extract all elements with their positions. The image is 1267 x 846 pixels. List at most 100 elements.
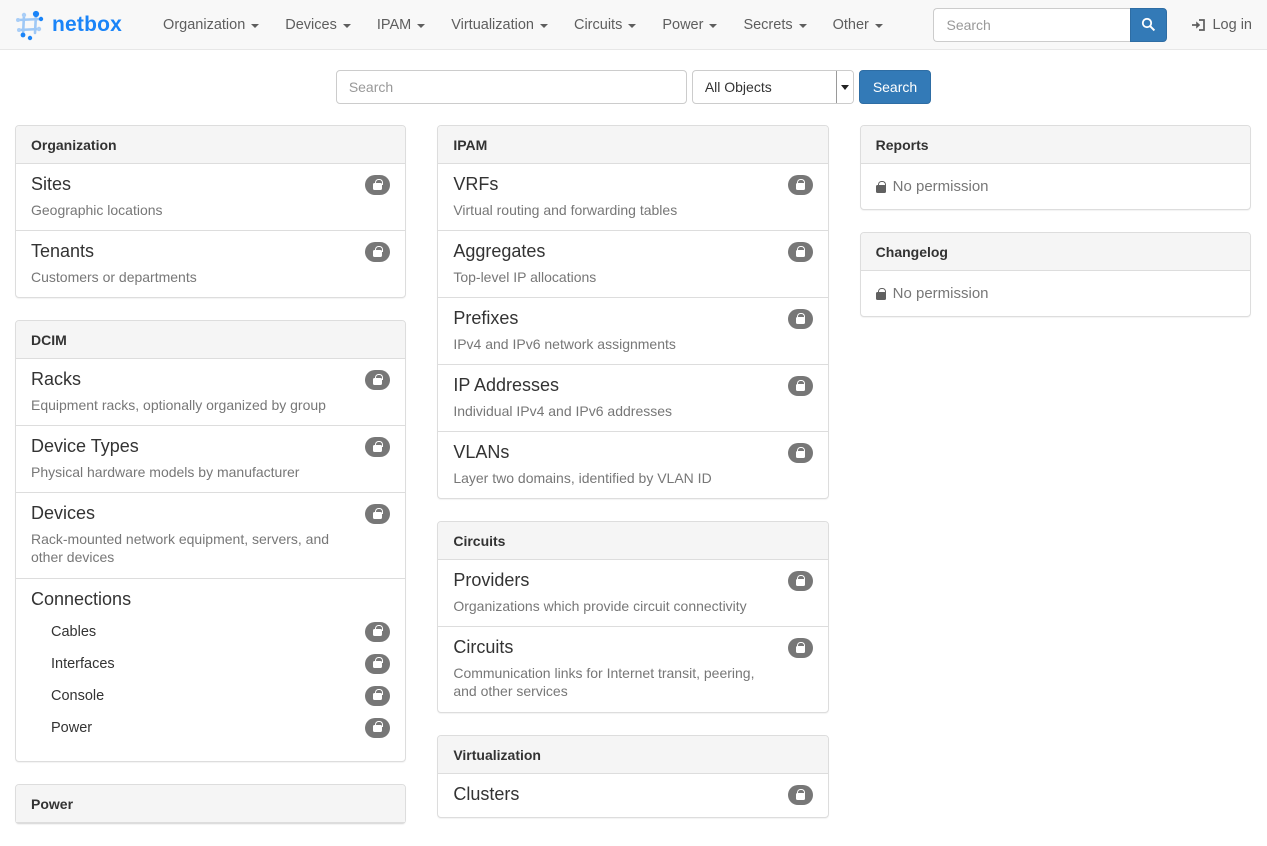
navbar-search-button[interactable] [1130,8,1167,42]
lock-badge [365,242,390,262]
item-description: Rack-mounted network equipment, servers,… [31,530,390,567]
panel-title: DCIM [16,321,405,359]
clusters-link[interactable]: Clusters [453,784,519,806]
cables-link[interactable]: Cables [51,624,96,640]
sites-link[interactable]: Sites [31,174,71,196]
no-permission-label: No permission [893,178,989,195]
lock-icon [373,250,382,257]
power-connections-link[interactable]: Power [51,720,92,736]
panel-reports: Reports No permission [860,125,1251,210]
list-item-prefixes: Prefixes IPv4 and IPv6 network assignmen… [438,297,827,364]
item-description: Geographic locations [31,201,390,219]
lock-icon [373,445,382,452]
item-description: Communication links for Internet transit… [453,664,812,701]
lock-icon [796,317,805,324]
list-item-providers: Providers Organizations which provide ci… [438,560,827,626]
sub-item-cables: Cables [51,622,390,642]
menu-power[interactable]: Power [649,0,730,50]
panel-title: Reports [861,126,1250,164]
object-type-select[interactable]: All Objects [692,70,854,104]
no-permission-label: No permission [893,285,989,302]
netbox-brand[interactable]: netbox [15,9,122,41]
item-description: Virtual routing and forwarding tables [453,201,812,219]
menu-virtualization[interactable]: Virtualization [438,0,561,50]
list-item-vrfs: VRFs Virtual routing and forwarding tabl… [438,164,827,230]
lock-icon [796,646,805,653]
devices-link[interactable]: Devices [31,503,95,525]
lock-badge [365,654,390,674]
panel-title: Changelog [861,233,1250,271]
list-item-device-types: Device Types Physical hardware models by… [16,425,405,492]
chevron-down-icon [343,24,351,28]
login-label: Log in [1212,17,1252,33]
menu-circuits[interactable]: Circuits [561,0,649,50]
device-types-link[interactable]: Device Types [31,436,139,458]
sign-in-icon [1191,18,1206,32]
dashboard-grid: Organization Sites Geographic locations … [0,125,1267,846]
menu-label: Circuits [574,17,622,33]
column-left: Organization Sites Geographic locations … [15,125,406,846]
console-link[interactable]: Console [51,688,104,704]
menu-other[interactable]: Other [820,0,896,50]
column-middle: IPAM VRFs Virtual routing and forwarding… [437,125,828,846]
panel-circuits: Circuits Providers Organizations which p… [437,521,828,713]
racks-link[interactable]: Racks [31,369,81,391]
lock-badge [788,638,813,658]
panel-organization: Organization Sites Geographic locations … [15,125,406,298]
prefixes-link[interactable]: Prefixes [453,308,518,330]
ip-addresses-link[interactable]: IP Addresses [453,375,559,397]
lock-badge [365,686,390,706]
object-type-select-wrap: All Objects [692,70,854,104]
search-icon [1141,17,1156,32]
item-description: Organizations which provide circuit conn… [453,597,812,615]
circuits-link[interactable]: Circuits [453,637,513,659]
lock-badge [365,718,390,738]
lock-icon [373,378,382,385]
aggregates-link[interactable]: Aggregates [453,241,545,263]
global-search-bar: All Objects Search [0,70,1267,104]
interfaces-link[interactable]: Interfaces [51,656,115,672]
menu-label: IPAM [377,17,411,33]
column-right: Reports No permission Changelog No permi… [860,125,1251,846]
global-search-input[interactable] [336,70,687,104]
list-item-tenants: Tenants Customers or departments [16,230,405,297]
item-description: Customers or departments [31,268,390,286]
menu-secrets[interactable]: Secrets [730,0,819,50]
list-item-ip-addresses: IP Addresses Individual IPv4 and IPv6 ad… [438,364,827,431]
vlans-link[interactable]: VLANs [453,442,509,464]
menu-label: Other [833,17,869,33]
item-description: IPv4 and IPv6 network assignments [453,335,812,353]
panel-ipam: IPAM VRFs Virtual routing and forwarding… [437,125,828,499]
lock-icon [796,183,805,190]
panel-dcim: DCIM Racks Equipment racks, optionally o… [15,320,406,762]
login-link[interactable]: Log in [1191,17,1252,33]
item-description: Individual IPv4 and IPv6 addresses [453,402,812,420]
lock-icon [796,384,805,391]
chevron-down-icon [875,24,883,28]
menu-organization[interactable]: Organization [150,0,272,50]
sub-item-console: Console [51,686,390,706]
navbar-search-input[interactable] [933,8,1130,42]
navbar-search-form [933,8,1167,42]
item-description: Layer two domains, identified by VLAN ID [453,469,812,487]
lock-icon [373,661,382,668]
lock-icon [876,292,886,300]
lock-icon [796,250,805,257]
list-item-racks: Racks Equipment racks, optionally organi… [16,359,405,425]
menu-devices[interactable]: Devices [272,0,364,50]
lock-badge [788,571,813,591]
vrfs-link[interactable]: VRFs [453,174,498,196]
lock-badge [788,175,813,195]
list-item-connections: Connections Cables Interfaces Console Po… [16,578,405,762]
providers-link[interactable]: Providers [453,570,529,592]
netbox-logo-icon [15,9,45,41]
lock-icon [796,579,805,586]
menu-ipam[interactable]: IPAM [364,0,438,50]
lock-icon [876,185,886,193]
tenants-link[interactable]: Tenants [31,241,94,263]
item-description: Physical hardware models by manufacturer [31,463,390,481]
menu-label: Power [662,17,703,33]
global-search-button[interactable]: Search [859,70,931,104]
lock-badge [788,309,813,329]
lock-icon [796,793,805,800]
